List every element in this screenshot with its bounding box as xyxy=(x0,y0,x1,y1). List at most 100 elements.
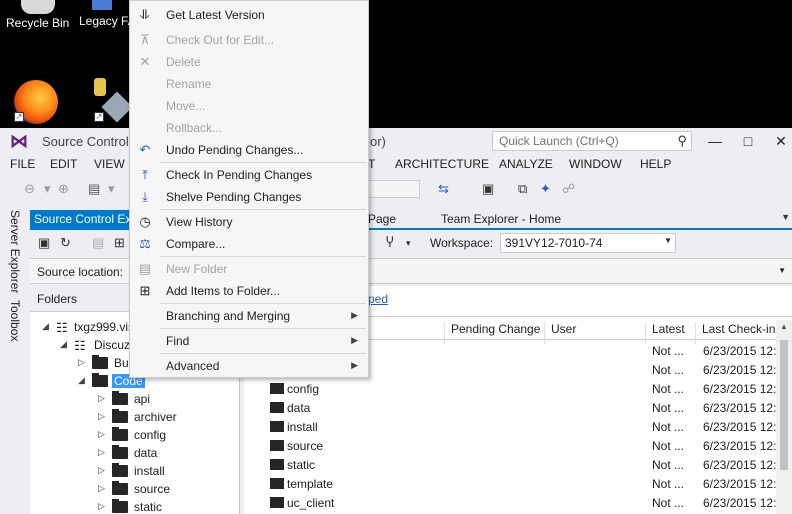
refresh-icon[interactable]: ↻ xyxy=(60,235,71,251)
branch-icon[interactable]: Ⴤ xyxy=(386,235,394,251)
tab-toolbox[interactable]: Toolbox xyxy=(8,300,22,341)
menu-edit[interactable]: EDIT xyxy=(50,157,77,171)
recycle-bin-shortcut[interactable]: Recycle Bin xyxy=(6,0,69,30)
vertical-scrollbar[interactable]: ▲ xyxy=(776,320,792,514)
add-items-icon[interactable]: ⊞ xyxy=(114,235,125,251)
forward-icon[interactable]: ⊕ xyxy=(58,181,69,197)
menu-item-delete[interactable]: ✕ Delete xyxy=(130,51,368,73)
minimize-button[interactable]: — xyxy=(700,131,730,151)
shortcut-arrow-icon: ↗ xyxy=(94,112,104,122)
menu-item-check-out-for-edit[interactable]: ⊼ Check Out for Edit... xyxy=(130,29,368,51)
configuration-combo[interactable] xyxy=(368,180,420,198)
tab-team-explorer[interactable]: Team Explorer - Home xyxy=(441,212,561,226)
menu-item-label: Find xyxy=(166,334,190,348)
table-row[interactable]: data Not ... 6/23/2015 12:. xyxy=(244,398,780,417)
desktop-icon-label: Legacy FA xyxy=(79,14,136,28)
row-latest: Not ... xyxy=(652,420,685,434)
collapse-icon[interactable]: ▷ xyxy=(98,429,105,440)
menu-item-branching-and-merging[interactable]: Branching and Merging ▶ xyxy=(130,305,368,327)
quick-launch-input[interactable]: Quick Launch (Ctrl+Q) ⚲ xyxy=(492,131,692,151)
menu-file[interactable]: FILE xyxy=(10,157,35,171)
collapse-icon[interactable]: ▷ xyxy=(98,447,105,458)
menu-item-shelve-pending-changes[interactable]: ⤓ Shelve Pending Changes xyxy=(130,186,368,208)
expand-icon[interactable]: ◢ xyxy=(60,339,67,350)
document-icon[interactable]: ▣ xyxy=(482,181,494,197)
workspace-select[interactable]: 391VY12-7010-74 ▼ xyxy=(500,233,676,253)
tab-partial-page[interactable]: Page xyxy=(368,212,396,226)
folder-icon xyxy=(270,402,284,413)
menu-item-label: View History xyxy=(166,215,233,229)
legacy-shortcut[interactable]: Legacy FA xyxy=(79,14,136,28)
new-folder-icon[interactable]: ▤ xyxy=(92,235,104,251)
row-last-checkin: 6/23/2015 12:. xyxy=(703,439,780,453)
table-row[interactable]: source Not ... 6/23/2015 12:. xyxy=(244,436,780,455)
menu-item-undo-pending-changes[interactable]: ↶ Undo Pending Changes... xyxy=(130,139,368,161)
table-row[interactable]: template Not ... 6/23/2015 12:. xyxy=(244,474,780,493)
menu-partial-t[interactable]: T xyxy=(368,157,375,171)
menu-item-check-in-pending-changes[interactable]: ⤒ Check In Pending Changes xyxy=(130,164,368,186)
menu-item-add-items-to-folder[interactable]: ⊞ Add Items to Folder... xyxy=(130,280,368,302)
get-latest-icon: ⥥ xyxy=(140,7,150,22)
close-button[interactable]: ✕ xyxy=(766,131,792,151)
table-row[interactable]: uc_client Not ... 6/23/2015 12:. xyxy=(244,493,780,512)
shelve-icon: ⤓ xyxy=(142,189,148,204)
row-last-checkin: 6/23/2015 12:. xyxy=(703,344,780,358)
team-icon[interactable]: ☍ xyxy=(562,181,575,197)
table-row[interactable]: install Not ... 6/23/2015 12:. xyxy=(244,417,780,436)
table-row[interactable]: static Not ... 6/23/2015 12:. xyxy=(244,455,780,474)
row-name: static xyxy=(287,458,316,472)
menu-help[interactable]: HELP xyxy=(640,157,671,171)
menu-separator xyxy=(160,353,366,354)
expand-icon[interactable]: ◢ xyxy=(78,375,85,386)
row-last-checkin: 6/23/2015 12:. xyxy=(703,363,780,377)
menu-window[interactable]: WINDOW xyxy=(569,157,622,171)
scrollbar-thumb[interactable] xyxy=(780,340,788,470)
back-icon[interactable]: ⊖ xyxy=(24,181,35,197)
row-name: config xyxy=(287,382,320,396)
row-latest: Not ... xyxy=(652,458,685,472)
folder-open-icon[interactable]: ▣ xyxy=(38,235,50,251)
table-row[interactable]: config Not ... 6/23/2015 12:. xyxy=(244,379,780,398)
dropdown-icon[interactable]: ▾ xyxy=(108,181,115,197)
legacy-app-icon[interactable] xyxy=(92,0,112,10)
collapse-icon[interactable]: ▷ xyxy=(98,465,105,476)
collapse-icon[interactable]: ▷ xyxy=(98,393,105,404)
pin-icon[interactable]: ✦ xyxy=(540,181,551,197)
context-menu: ⥥ Get Latest Version ⊼ Check Out for Edi… xyxy=(129,0,369,378)
side-tab-strip: Server Explorer Toolbox xyxy=(0,202,30,514)
menu-item-new-folder[interactable]: ▤ New Folder xyxy=(130,258,368,280)
collapse-icon[interactable]: ▷ xyxy=(98,411,105,422)
tree-item-label: source xyxy=(134,482,171,496)
dropdown-icon[interactable]: ▾ xyxy=(406,238,411,249)
dropdown-icon[interactable]: ▾ xyxy=(44,181,51,197)
menu-view[interactable]: VIEW xyxy=(94,157,125,171)
menu-item-view-history[interactable]: ◷ View History xyxy=(130,211,368,233)
tab-source-control-explorer[interactable]: Source Control Explorer xyxy=(30,210,140,228)
attach-icon[interactable]: ⇆ xyxy=(438,181,449,197)
menu-item-get-latest-version[interactable]: ⥥ Get Latest Version xyxy=(130,4,368,26)
tab-overflow-icon[interactable]: ▼ xyxy=(781,212,790,222)
desktop: Recycle Bin Legacy FA ↗ ↗ xyxy=(0,0,792,130)
mapped-link[interactable]: ped xyxy=(368,292,388,306)
window-icon[interactable]: ⧉ xyxy=(518,181,527,197)
new-project-icon[interactable]: ▤ xyxy=(88,181,100,197)
source-location-label: Source location: xyxy=(37,265,124,279)
expand-icon[interactable]: ◢ xyxy=(42,321,49,332)
menu-analyze[interactable]: ANALYZE xyxy=(499,157,553,171)
collapse-icon[interactable]: ▷ xyxy=(98,501,105,512)
menu-item-label: Shelve Pending Changes xyxy=(166,190,302,204)
menu-separator xyxy=(160,328,366,329)
tab-server-explorer[interactable]: Server Explorer xyxy=(8,210,22,293)
menu-item-rename[interactable]: Rename xyxy=(130,73,368,95)
menu-architecture[interactable]: ARCHITECTURE xyxy=(395,157,489,171)
chevron-down-icon[interactable]: ▼ xyxy=(778,266,786,275)
scroll-up-icon[interactable]: ▲ xyxy=(780,322,788,331)
menu-item-move[interactable]: Move... xyxy=(130,95,368,117)
menu-item-find[interactable]: Find ▶ xyxy=(130,330,368,352)
collapse-icon[interactable]: ▷ xyxy=(78,357,85,368)
menu-item-advanced[interactable]: Advanced ▶ xyxy=(130,355,368,377)
maximize-button[interactable]: □ xyxy=(733,131,763,151)
menu-item-rollback[interactable]: Rollback... xyxy=(130,117,368,139)
collapse-icon[interactable]: ▷ xyxy=(98,483,105,494)
menu-item-compare[interactable]: ⚖ Compare... xyxy=(130,233,368,255)
